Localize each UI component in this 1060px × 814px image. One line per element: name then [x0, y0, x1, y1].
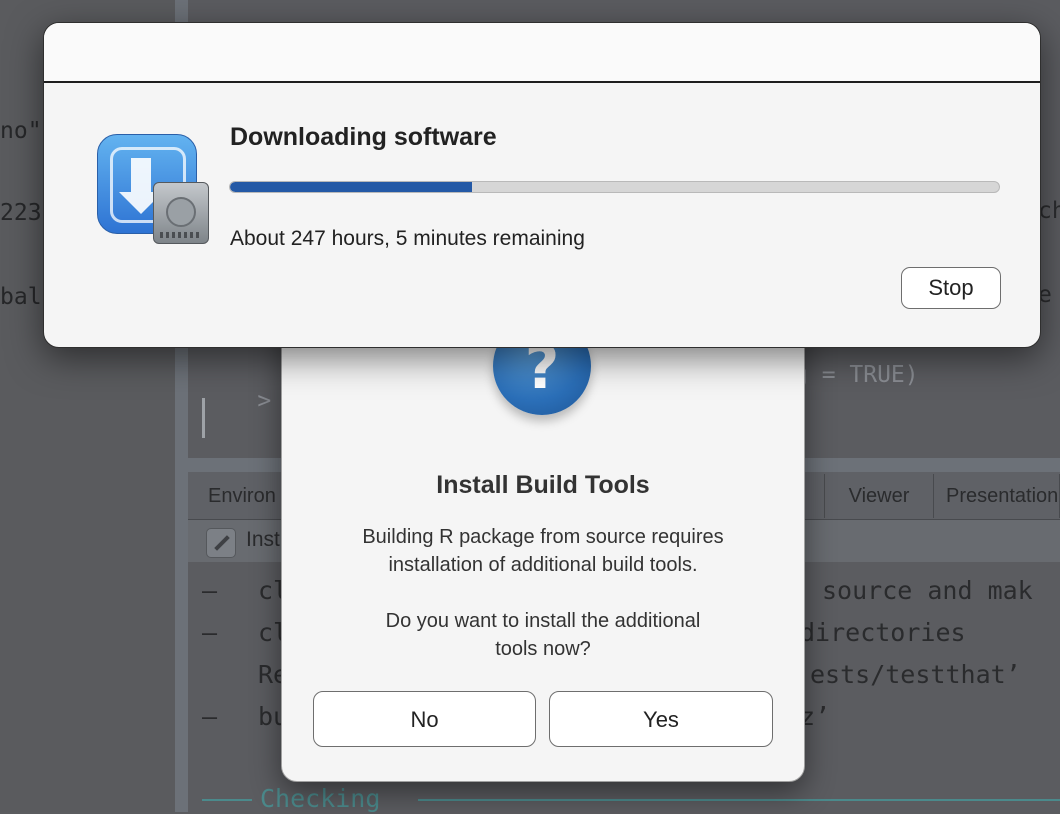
yes-button[interactable]: Yes: [549, 691, 773, 747]
checking-label: Checking: [260, 784, 381, 813]
code-fragment: ch: [1038, 198, 1060, 224]
tab-presentation[interactable]: Presentation: [934, 474, 1060, 518]
console-command-tail: g = TRUE): [794, 362, 919, 388]
output-text: ests/testthat’: [810, 660, 1021, 689]
tab-viewer[interactable]: Viewer: [824, 474, 934, 518]
checking-section: Checking: [198, 784, 1060, 814]
disk-platter: [166, 197, 196, 227]
dialog-question-line: Do you want to install the additional: [385, 610, 701, 632]
window-titlebar[interactable]: [44, 23, 1040, 83]
dialog-title: Install Build Tools: [436, 471, 650, 499]
output-bullet: —: [202, 576, 218, 605]
hammer-icon: [206, 528, 236, 558]
divider: [418, 799, 1060, 801]
build-pane-label: Inst: [246, 528, 280, 551]
installer-package-icon: [97, 134, 209, 244]
output-text: source and mak: [822, 576, 1033, 605]
text-cursor: [202, 398, 205, 438]
download-arrow-icon: [119, 158, 163, 214]
code-fragment: no": [0, 118, 42, 144]
no-button[interactable]: No: [313, 691, 536, 747]
disk-vent: [160, 232, 202, 238]
hard-disk-icon: [153, 182, 209, 244]
output-text: directories: [800, 618, 966, 647]
time-remaining-label: About 247 hours, 5 minutes remaining: [230, 227, 585, 250]
download-title: Downloading software: [230, 123, 497, 151]
download-progress-bar: [229, 181, 1000, 193]
output-bullet: —: [202, 702, 218, 731]
output-bullet: —: [202, 618, 218, 647]
divider: [202, 799, 252, 801]
download-progress-window: Downloading software About 247 hours, 5 …: [43, 22, 1041, 348]
code-fragment: 223: [0, 200, 42, 226]
code-fragment: bal: [0, 284, 42, 310]
dialog-question-line: tools now?: [495, 638, 591, 660]
dialog-message-line: installation of additional build tools.: [388, 554, 698, 576]
progress-fill: [230, 182, 473, 192]
install-build-tools-dialog: ? Install Build Tools Building R package…: [281, 300, 805, 782]
stop-button[interactable]: Stop: [901, 267, 1001, 309]
dialog-message-line: Building R package from source requires: [362, 526, 724, 548]
